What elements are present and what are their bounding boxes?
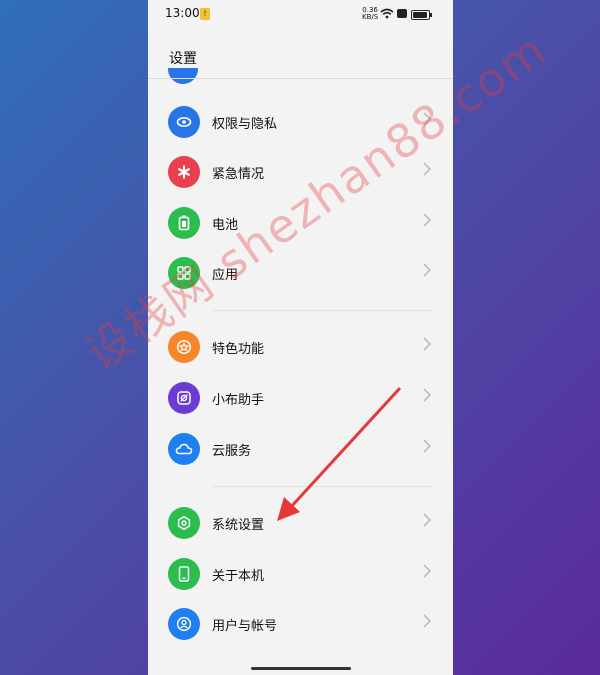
annotation-arrow-icon — [277, 386, 402, 521]
